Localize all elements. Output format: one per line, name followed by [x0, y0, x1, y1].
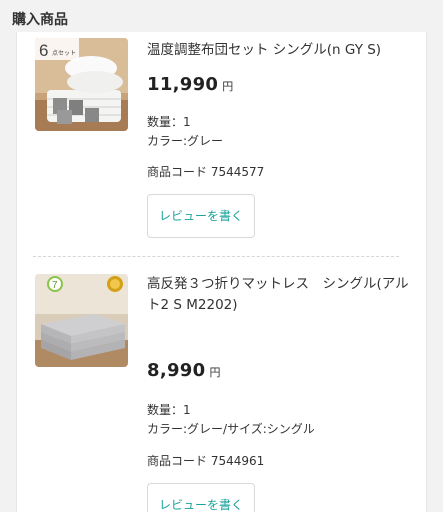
- write-review-button[interactable]: レビューを書く: [147, 483, 255, 512]
- image-badge-number: 6: [39, 41, 48, 60]
- product-code: 商品コード 7544961: [147, 454, 265, 468]
- variant: カラー:グレー: [147, 134, 224, 148]
- price-row: 11,990 円: [147, 74, 233, 95]
- quantity: 数量：1: [147, 115, 191, 129]
- product-image-futon-set[interactable]: 6 点セット: [35, 38, 128, 131]
- product-image-mattress[interactable]: 7: [35, 274, 128, 367]
- list-item: 6 点セット 温度調整布団セット シングル(n GY S) 11,990 円 数量…: [17, 32, 428, 257]
- image-badge-number: 7: [52, 280, 58, 291]
- purchase-page: 購入商品 6 点セット 温度調整布団セット シングル(n GY S) 11,99…: [0, 0, 443, 512]
- item-divider: [33, 256, 399, 257]
- price: 11,990: [147, 74, 219, 95]
- price-row: 8,990 円: [147, 360, 220, 381]
- image-badge-text: 点セット: [52, 49, 76, 57]
- list-item: 7 高反発３つ折りマットレス シングル(アルト2 S M2202) 8,990 円…: [17, 258, 428, 512]
- product-name-link[interactable]: 温度調整布団セット シングル(n GY S): [147, 40, 409, 61]
- price-unit: 円: [209, 366, 221, 379]
- purchased-items-card: 6 点セット 温度調整布団セット シングル(n GY S) 11,990 円 数量…: [16, 32, 427, 512]
- variant: カラー:グレー/サイズ:シングル: [147, 422, 315, 436]
- product-code: 商品コード 7544577: [147, 165, 265, 179]
- quantity: 数量：1: [147, 403, 191, 417]
- section-title: 購入商品: [12, 12, 68, 28]
- write-review-button[interactable]: レビューを書く: [147, 194, 255, 238]
- product-name-link[interactable]: 高反発３つ折りマットレス シングル(アルト2 S M2202): [147, 274, 409, 316]
- price: 8,990: [147, 360, 206, 381]
- price-unit: 円: [222, 80, 234, 93]
